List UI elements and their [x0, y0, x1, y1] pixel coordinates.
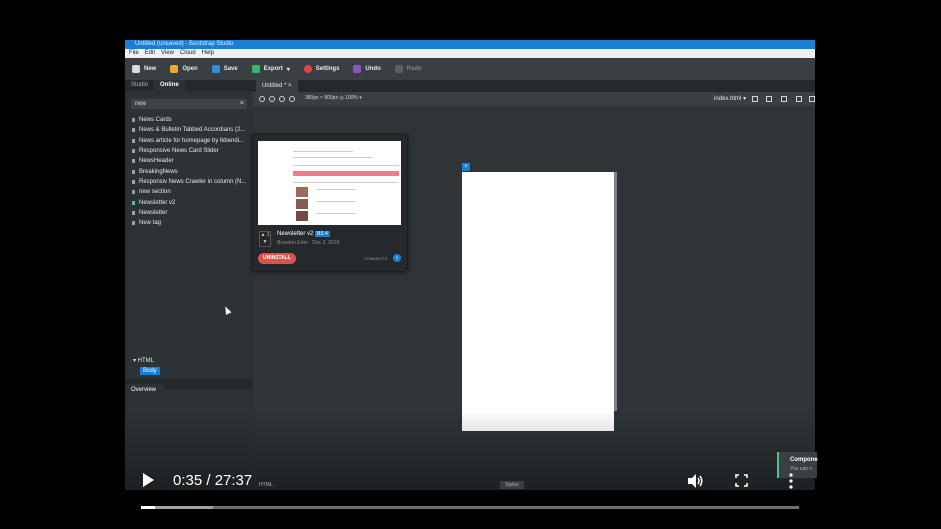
component-list: News Cards News & Bulletin Tabbed Accord… [132, 115, 252, 228]
list-item[interactable]: New tag [132, 218, 252, 228]
rotate-icon[interactable] [279, 96, 285, 102]
comments-count-badge: 0 [393, 254, 401, 262]
component-icon [132, 159, 135, 164]
menu-edit[interactable]: Edit [145, 49, 155, 58]
component-icon [132, 138, 135, 143]
tablet-landscape-icon[interactable] [781, 96, 787, 102]
comments-link[interactable]: COMMENTS [364, 256, 387, 261]
component-icon [132, 221, 135, 226]
zoom-out-icon[interactable] [269, 96, 275, 102]
overview-tab-bar: Overview [125, 378, 253, 396]
notification-toast: Compone You can n [777, 452, 818, 478]
undo-icon [353, 65, 362, 73]
folder-icon [170, 65, 179, 73]
component-icon [132, 169, 135, 174]
component-icon [132, 210, 135, 215]
list-item[interactable]: new section [132, 187, 252, 197]
fullscreen-icon[interactable] [735, 474, 748, 487]
settings-button[interactable]: Settings [302, 65, 346, 73]
tree-node-body[interactable]: Body [140, 367, 160, 375]
list-item[interactable]: News & Bulletin Tabbed Accordians (2... [132, 125, 252, 135]
panel-tabs: Studio Online [125, 80, 253, 91]
tab-html[interactable]: HTML [259, 482, 273, 488]
playback-time: 0:35 / 27:37 [173, 472, 253, 489]
list-item[interactable]: Newsletter [132, 208, 252, 218]
tab-untitled[interactable]: Untitled * × [256, 80, 298, 92]
list-item[interactable]: Responsiv News Crawler in column (N... [132, 177, 252, 187]
component-icon [132, 128, 135, 133]
component-preview-popup: ▲ 1 ▼ Newsletter v2 BS 4 Brandon Erler ·… [253, 135, 407, 271]
canvas-add-marker[interactable]: + [462, 163, 470, 171]
component-title: Newsletter v2 [277, 231, 314, 237]
tree-node-html[interactable]: ▾ HTML [133, 357, 154, 364]
canvas-edge [614, 172, 617, 411]
list-item[interactable]: Responsive News Card Slider [132, 146, 252, 156]
file-icon [132, 65, 140, 73]
menu-file[interactable]: File [129, 49, 139, 58]
page-canvas[interactable] [462, 172, 614, 431]
list-item[interactable]: News Cards [132, 115, 252, 125]
viewport-size[interactable]: 380px × 800px ◎ 100% ▾ [305, 95, 362, 101]
view-toolbar: 380px × 800px ◎ 100% ▾ index.html ▾ [253, 92, 815, 106]
laptop-icon[interactable] [796, 96, 802, 102]
component-author: Brandon Erler · Dec 3, 2019 [277, 240, 340, 246]
clear-search-icon[interactable]: × [240, 99, 244, 109]
save-button[interactable]: Save [210, 65, 244, 73]
redo-button[interactable]: Redo [393, 65, 428, 73]
more-options-icon[interactable] [787, 472, 795, 490]
menu-view[interactable]: View [161, 49, 174, 58]
component-icon [132, 190, 135, 195]
new-button[interactable]: New [130, 65, 162, 73]
tab-studio[interactable]: Studio [125, 80, 154, 91]
export-button[interactable]: Export ▾ [250, 65, 296, 73]
tab-online[interactable]: Online [154, 80, 185, 91]
tab-overview[interactable]: Overview [125, 384, 165, 396]
list-item[interactable]: NewsHeader [132, 156, 252, 166]
play-icon[interactable] [143, 473, 154, 487]
menu-cloud[interactable]: Cloud [180, 49, 196, 58]
progress-played [141, 506, 155, 509]
bootstrap-icon[interactable] [289, 96, 295, 102]
tablet-icon[interactable] [766, 96, 772, 102]
menu-bar: File Edit View Cloud Help [125, 49, 815, 58]
zoom-in-icon[interactable] [259, 96, 265, 102]
volume-icon[interactable] [686, 472, 704, 490]
component-icon [132, 118, 135, 123]
vote-control[interactable]: ▲ 1 ▼ [259, 231, 271, 247]
title-bar: Untitled (unsaved) - Bootstrap Studio [125, 40, 815, 49]
document-tabs: Untitled * × [253, 80, 815, 92]
page-select[interactable]: index.html ▾ [714, 95, 746, 102]
progress-bar[interactable] [141, 506, 799, 509]
gear-icon [303, 65, 312, 73]
export-icon [251, 65, 260, 73]
toast-title: Compone [790, 457, 818, 463]
component-search-input[interactable]: new × [131, 99, 247, 109]
list-item[interactable]: BreakingNews [132, 166, 252, 176]
bootstrap-version-badge: BS 4 [315, 231, 330, 237]
undo-button[interactable]: Undo [351, 65, 386, 73]
component-icon [132, 200, 135, 205]
search-value: new [135, 101, 147, 107]
uninstall-button[interactable]: UNINSTALL [258, 253, 296, 264]
desktop-icon[interactable] [809, 96, 815, 102]
component-icon [132, 179, 135, 184]
main-toolbar: New Open Save Export ▾ Settings Undo Red… [125, 58, 815, 80]
preview-thumbnail [258, 141, 401, 225]
floppy-icon [211, 65, 220, 73]
menu-help[interactable]: Help [202, 49, 214, 58]
phone-icon[interactable] [752, 96, 758, 102]
redo-icon [394, 65, 403, 73]
list-item[interactable]: Newsletter v2 [132, 197, 252, 207]
component-icon [132, 149, 135, 154]
list-item[interactable]: News article for homepage by lkbendi... [132, 136, 252, 146]
tab-styles[interactable]: Styles [500, 481, 524, 489]
open-button[interactable]: Open [168, 65, 203, 73]
